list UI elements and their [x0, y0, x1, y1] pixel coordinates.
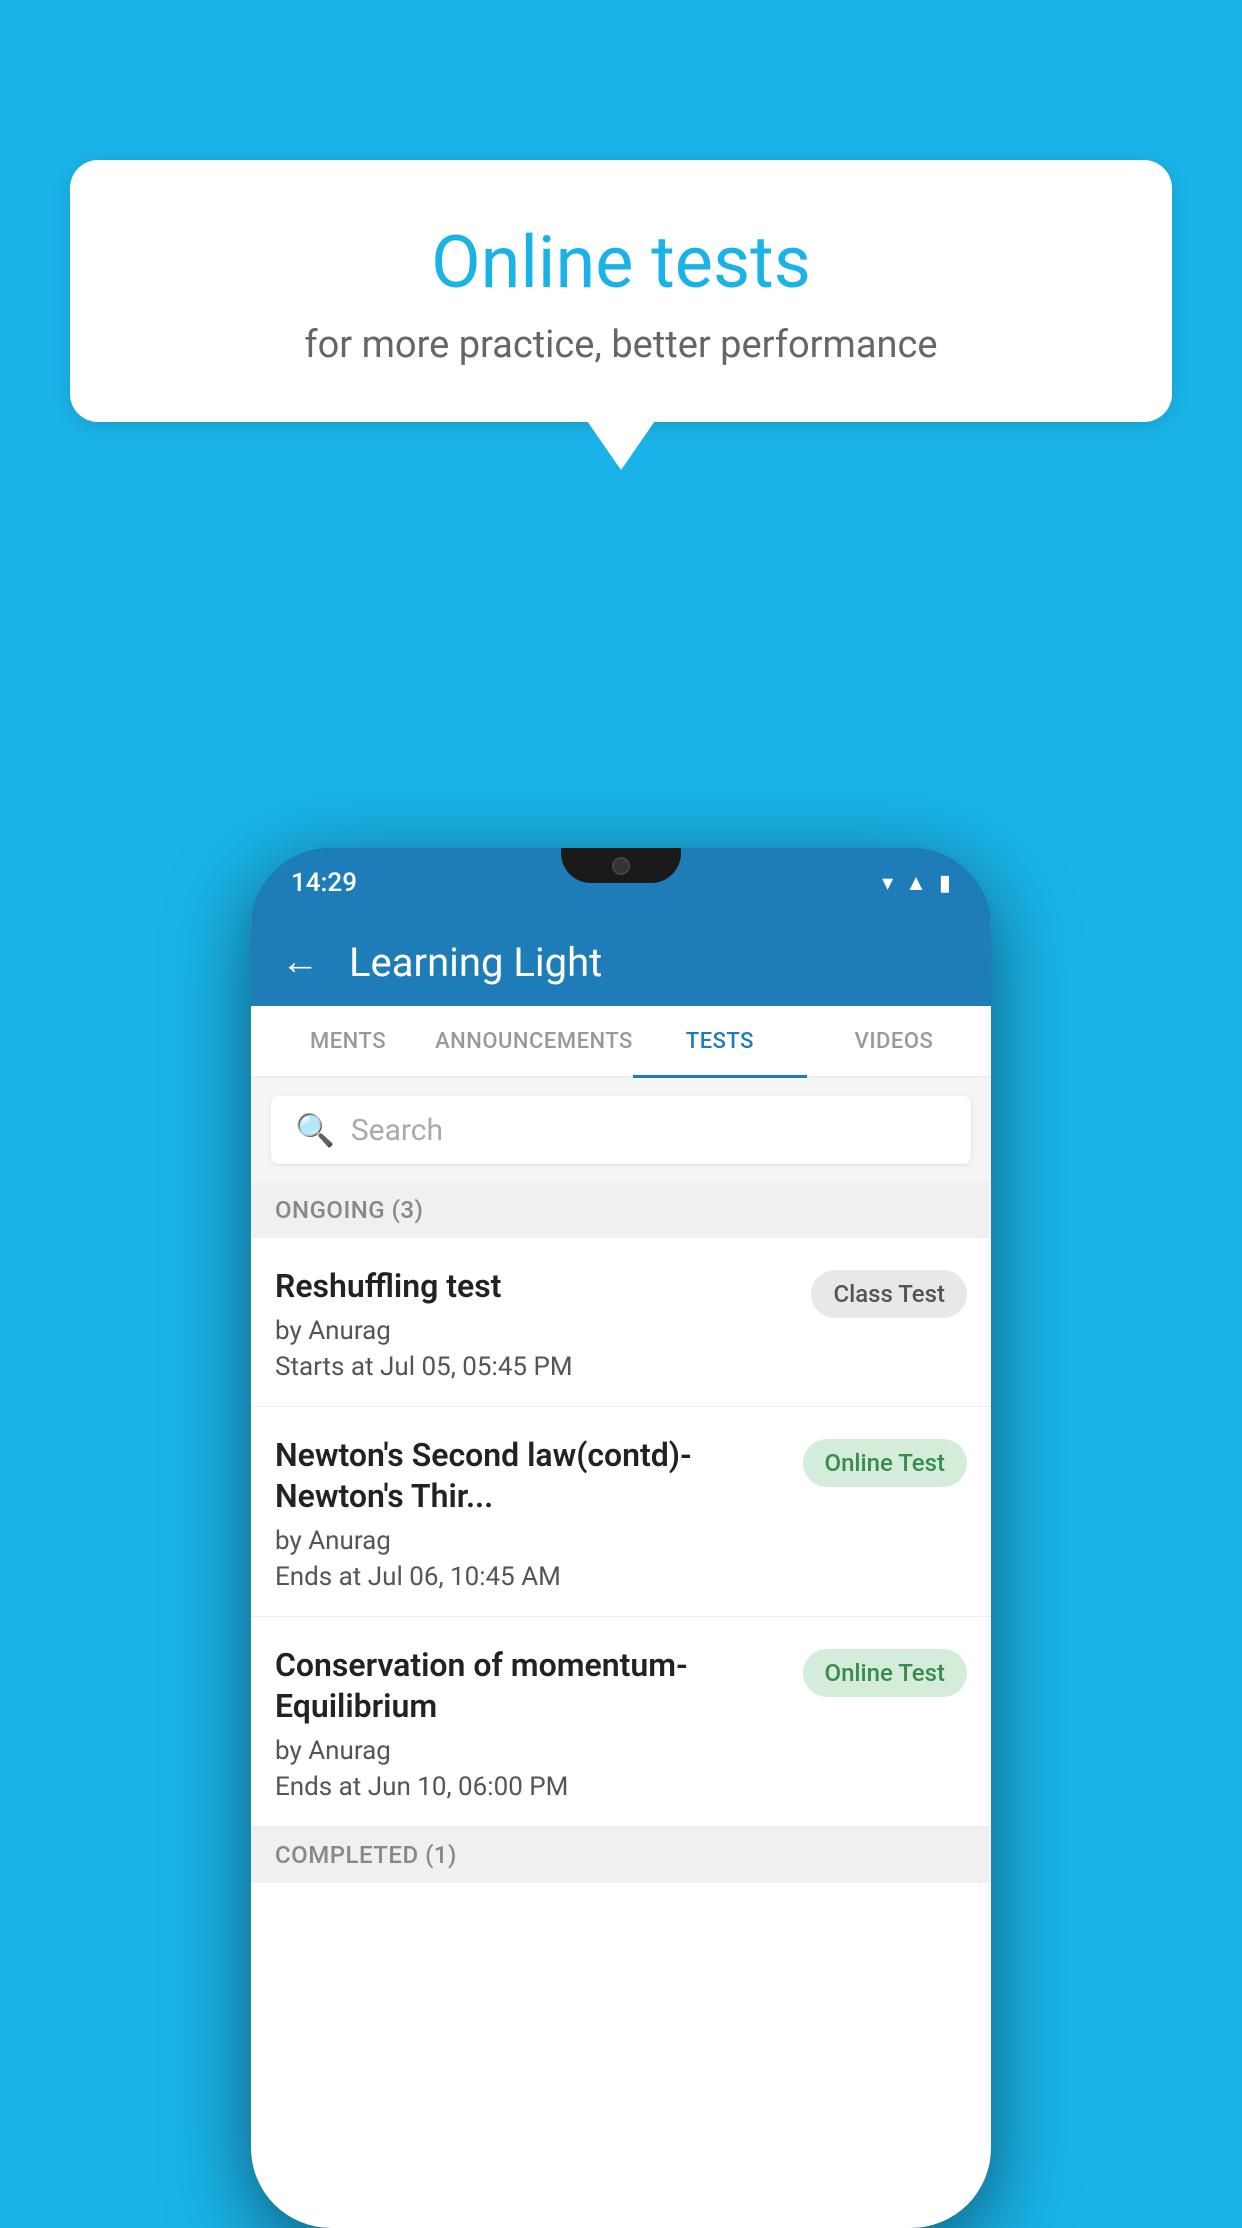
tab-tests[interactable]: TESTS [633, 1006, 807, 1076]
signal-icon: ▲ [905, 870, 927, 896]
promo-bubble: Online tests for more practice, better p… [70, 160, 1172, 422]
test-time: Ends at Jun 10, 06:00 PM [275, 1772, 787, 1802]
bubble-subtitle: for more practice, better performance [130, 323, 1112, 367]
test-info: Reshuffling test by Anurag Starts at Jul… [275, 1266, 795, 1382]
test-info: Newton's Second law(contd)-Newton's Thir… [275, 1435, 787, 1592]
status-bar: 14:29 ▾ ▲ ▮ [251, 848, 991, 918]
phone-notch [561, 848, 681, 883]
speech-bubble-card: Online tests for more practice, better p… [70, 160, 1172, 422]
phone-frame: 14:29 ▾ ▲ ▮ ← Learning Light MENTS ANNOU… [251, 848, 991, 2228]
ongoing-section-header: ONGOING (3) [251, 1182, 991, 1238]
test-info: Conservation of momentum-Equilibrium by … [275, 1645, 787, 1802]
test-badge: Online Test [803, 1439, 967, 1487]
test-list: Reshuffling test by Anurag Starts at Jul… [251, 1238, 991, 1827]
test-name: Newton's Second law(contd)-Newton's Thir… [275, 1435, 787, 1518]
tab-ments[interactable]: MENTS [261, 1006, 435, 1076]
test-time: Starts at Jul 05, 05:45 PM [275, 1352, 795, 1382]
search-bar[interactable]: 🔍 Search [271, 1096, 971, 1164]
test-author: by Anurag [275, 1526, 787, 1556]
completed-section-header: COMPLETED (1) [251, 1827, 991, 1883]
bubble-title: Online tests [130, 220, 1112, 305]
test-badge: Online Test [803, 1649, 967, 1697]
phone-screen: ← Learning Light MENTS ANNOUNCEMENTS TES… [251, 918, 991, 2228]
test-badge: Class Test [811, 1270, 967, 1318]
status-time: 14:29 [291, 868, 357, 898]
list-item[interactable]: Reshuffling test by Anurag Starts at Jul… [251, 1238, 991, 1407]
list-item[interactable]: Newton's Second law(contd)-Newton's Thir… [251, 1407, 991, 1617]
tab-bar: MENTS ANNOUNCEMENTS TESTS VIDEOS [251, 1006, 991, 1078]
tab-videos[interactable]: VIDEOS [807, 1006, 981, 1076]
search-container: 🔍 Search [251, 1078, 991, 1182]
app-header: ← Learning Light [251, 918, 991, 1006]
list-item[interactable]: Conservation of momentum-Equilibrium by … [251, 1617, 991, 1827]
back-button[interactable]: ← [281, 940, 319, 984]
test-author: by Anurag [275, 1316, 795, 1346]
search-input[interactable]: Search [351, 1113, 443, 1148]
wifi-icon: ▾ [882, 871, 893, 896]
test-name: Conservation of momentum-Equilibrium [275, 1645, 787, 1728]
battery-icon: ▮ [939, 871, 951, 896]
search-icon: 🔍 [295, 1111, 335, 1149]
test-time: Ends at Jul 06, 10:45 AM [275, 1562, 787, 1592]
test-name: Reshuffling test [275, 1266, 795, 1308]
status-icons: ▾ ▲ ▮ [882, 870, 951, 896]
camera-dot [612, 857, 630, 875]
test-author: by Anurag [275, 1736, 787, 1766]
app-title: Learning Light [349, 939, 602, 986]
tab-announcements[interactable]: ANNOUNCEMENTS [435, 1006, 633, 1076]
